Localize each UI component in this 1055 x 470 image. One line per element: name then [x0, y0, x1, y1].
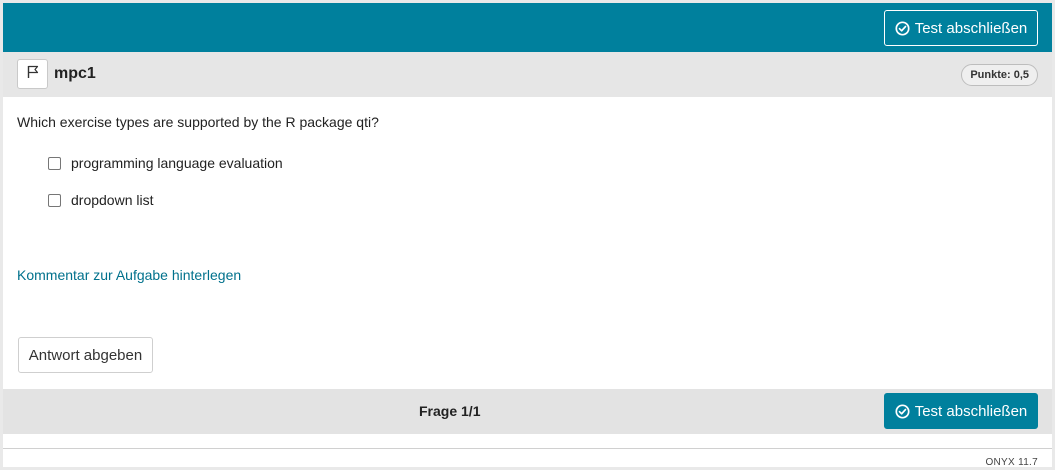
- points-badge: Punkte: 0,5: [961, 64, 1038, 86]
- option-label: dropdown list: [71, 192, 154, 208]
- footer-bar: Frage 1/1 Test abschließen: [3, 389, 1052, 434]
- finish-test-button-top[interactable]: Test abschließen: [884, 10, 1038, 46]
- test-window: Test abschließen mpc1 Punkte: 0,5 Which …: [3, 3, 1052, 468]
- option-checkbox[interactable]: [48, 193, 61, 207]
- option-label: programming language evaluation: [71, 155, 283, 171]
- finish-test-label: Test abschließen: [914, 402, 1028, 420]
- version-label: ONYX 11.7: [985, 457, 1038, 468]
- option-item[interactable]: programming language evaluation: [48, 155, 283, 171]
- check-circle-icon: [895, 403, 910, 419]
- submit-answer-button[interactable]: Antwort abgeben: [18, 337, 153, 373]
- option-checkbox[interactable]: [48, 156, 61, 170]
- question-header: mpc1 Punkte: 0,5: [3, 52, 1052, 97]
- divider: [3, 448, 1052, 449]
- flag-question-button[interactable]: [17, 59, 48, 89]
- top-bar: Test abschließen: [3, 3, 1052, 52]
- finish-test-button-bottom[interactable]: Test abschließen: [884, 393, 1038, 429]
- option-item[interactable]: dropdown list: [48, 192, 154, 208]
- question-title: mpc1: [54, 65, 96, 82]
- question-text: Which exercise types are supported by th…: [17, 114, 379, 130]
- finish-test-label: Test abschließen: [914, 19, 1028, 37]
- question-progress: Frage 1/1: [419, 403, 481, 419]
- flag-icon: [26, 65, 40, 84]
- check-circle-icon: [895, 20, 910, 36]
- comment-link[interactable]: Kommentar zur Aufgabe hinterlegen: [17, 267, 241, 283]
